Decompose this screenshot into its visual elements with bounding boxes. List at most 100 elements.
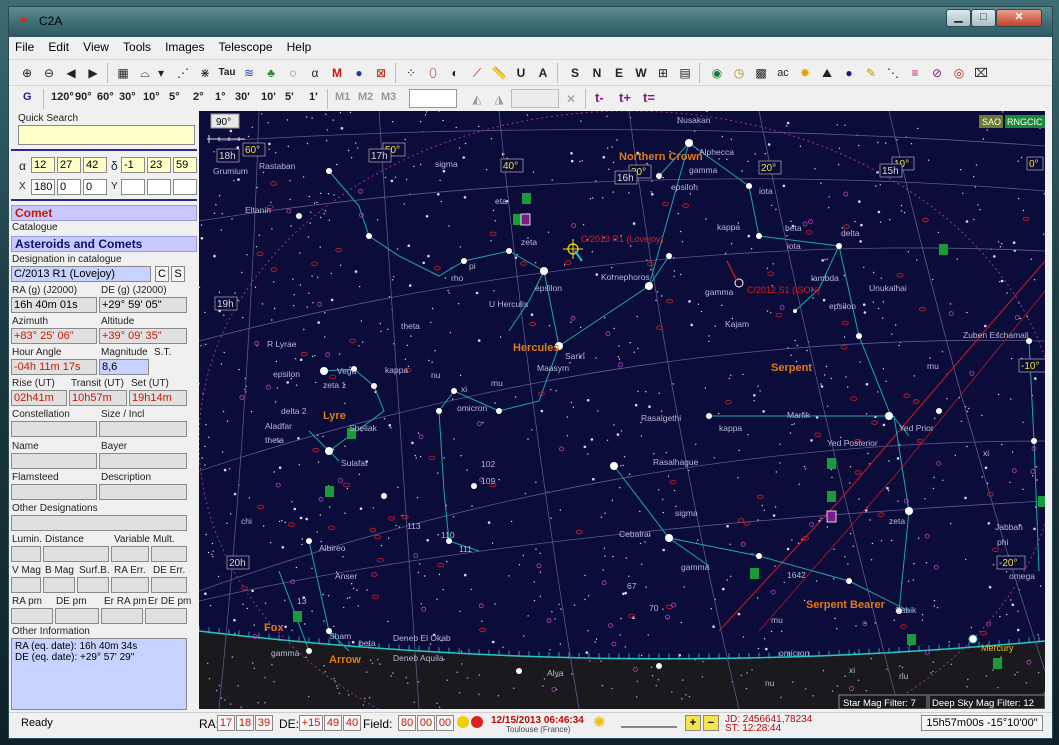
ra-hours-input[interactable]: 12 [31,157,55,173]
y-value-1[interactable] [121,179,145,195]
open-cluster-marker[interactable] [570,315,576,321]
nebula-marker[interactable] [903,393,911,398]
galaxy-marker[interactable] [750,568,759,579]
menu-edit[interactable]: Edit [42,37,74,54]
galaxy-marker[interactable] [1038,496,1045,507]
goto-button[interactable]: G [23,91,32,103]
bright-star[interactable] [296,213,302,219]
bright-star[interactable] [451,388,457,394]
open-cluster-marker[interactable] [843,191,849,197]
bright-star[interactable] [656,663,662,669]
nebula-marker[interactable] [737,518,745,523]
crosshair-icon[interactable]: ⊞ [653,63,673,83]
record-icon[interactable]: ◎ [949,63,969,83]
nebula-marker[interactable] [921,217,929,223]
nebula-marker[interactable] [840,344,848,350]
time-now-button[interactable]: t= [643,90,655,105]
line-icon[interactable]: ⟋ [467,63,487,83]
menu-help[interactable]: Help [281,37,317,54]
u-arrow-icon[interactable]: U [511,63,531,83]
comet-ison-marker[interactable] [726,260,744,288]
nebula-marker[interactable] [775,312,783,318]
dots-icon[interactable]: ⋱ [883,63,903,83]
nebula-marker[interactable] [669,480,677,485]
clear-icon[interactable]: ✕ [561,89,581,109]
open-cluster-marker[interactable] [802,221,808,227]
open-cluster-marker[interactable] [740,541,746,547]
fov-10m-button[interactable]: 10' [261,91,276,103]
sao-badge[interactable]: SAO [982,117,1001,127]
open-cluster-marker[interactable] [318,496,324,502]
open-cluster-marker[interactable] [779,305,785,310]
galaxy-marker[interactable] [522,193,531,204]
open-cluster-marker[interactable] [317,301,322,307]
stripes-icon[interactable]: ≡ [905,63,925,83]
x-value-2[interactable]: 0 [57,179,81,195]
nebula-marker[interactable] [805,230,813,235]
other-info-box[interactable]: RA (eq. date): 16h 40m 34s DE (eq. date)… [11,638,187,710]
nebula-marker[interactable] [371,594,379,599]
nebula-marker[interactable] [433,266,441,271]
nebula-marker[interactable] [311,261,318,266]
open-cluster-marker[interactable] [275,482,281,488]
open-cluster-marker[interactable] [936,461,942,467]
bright-star[interactable] [306,538,312,544]
bright-star[interactable] [756,553,762,559]
forward-icon[interactable]: ▶ [83,63,103,83]
constellation-figures-icon[interactable]: ⋇ [195,63,215,83]
a-arrow-icon[interactable]: A [533,63,553,83]
fov-2-button[interactable]: 2° [193,91,204,103]
time-forward-button[interactable]: t+ [619,90,631,105]
bright-star[interactable] [905,507,913,515]
nebula-marker[interactable] [814,432,822,437]
open-cluster-marker[interactable] [358,188,363,194]
fov-120-button[interactable]: 120° [51,91,74,103]
nebula-marker[interactable] [647,261,654,267]
y-value-2[interactable] [147,179,171,195]
half-moon-icon[interactable]: ◐ [445,63,465,83]
open-cluster-marker[interactable] [286,208,292,214]
nebula-marker[interactable] [682,203,690,208]
nebula-marker[interactable] [877,512,885,517]
galaxy-marker[interactable] [293,611,302,622]
open-cluster-marker[interactable] [413,553,419,558]
nebula-marker[interactable] [992,547,1000,552]
ac-labels-icon[interactable]: ac [773,63,793,83]
nebula-marker[interactable] [270,267,278,272]
x-value-1[interactable]: 180 [31,179,55,195]
nebula-marker[interactable] [756,494,764,499]
dec-minutes-input[interactable]: 23 [147,157,171,173]
open-cluster-marker[interactable] [608,623,614,629]
center-button[interactable]: C [155,266,169,282]
open-cluster-marker[interactable] [476,421,482,427]
open-cluster-marker[interactable] [809,522,814,527]
bright-star[interactable] [846,578,852,584]
zoom-out-icon[interactable]: ⊖ [39,63,59,83]
nebula-marker[interactable] [387,516,395,521]
nebula-marker[interactable] [241,586,248,591]
star-map[interactable]: C/2013 R1 (Lovejoy) C/2012 S1 (ISON) Nor… [199,111,1045,709]
menu-images[interactable]: Images [159,37,209,54]
stop-status-icon[interactable] [471,716,483,728]
bright-star[interactable] [706,413,712,419]
nebula-marker[interactable] [1022,216,1030,222]
clock-icon[interactable]: ◷ [729,63,749,83]
nebula-marker[interactable] [489,231,497,236]
star-map-canvas[interactable]: C/2013 R1 (Lovejoy) C/2012 S1 (ISON) Nor… [199,111,1045,709]
ellipse-icon[interactable]: ⬯ [423,63,443,83]
nebula-marker[interactable] [564,260,572,265]
bright-star[interactable] [366,233,372,239]
compass-e-button[interactable]: E [609,63,629,83]
nebula-marker[interactable] [312,447,320,453]
title-bar[interactable]: ✶ C2A ▁ □ ✕ [9,7,1052,37]
x-value-3[interactable]: 0 [83,179,107,195]
back-icon[interactable]: ◀ [61,63,81,83]
nebula-marker[interactable] [288,522,295,527]
open-cluster-marker[interactable] [1030,468,1036,474]
bright-star[interactable] [461,258,467,264]
galaxy-marker[interactable] [325,486,334,497]
menu-tools[interactable]: Tools [117,37,156,54]
cluster-marker[interactable] [520,213,531,226]
bright-star[interactable] [471,483,477,489]
time-minus-button[interactable]: − [703,715,719,731]
